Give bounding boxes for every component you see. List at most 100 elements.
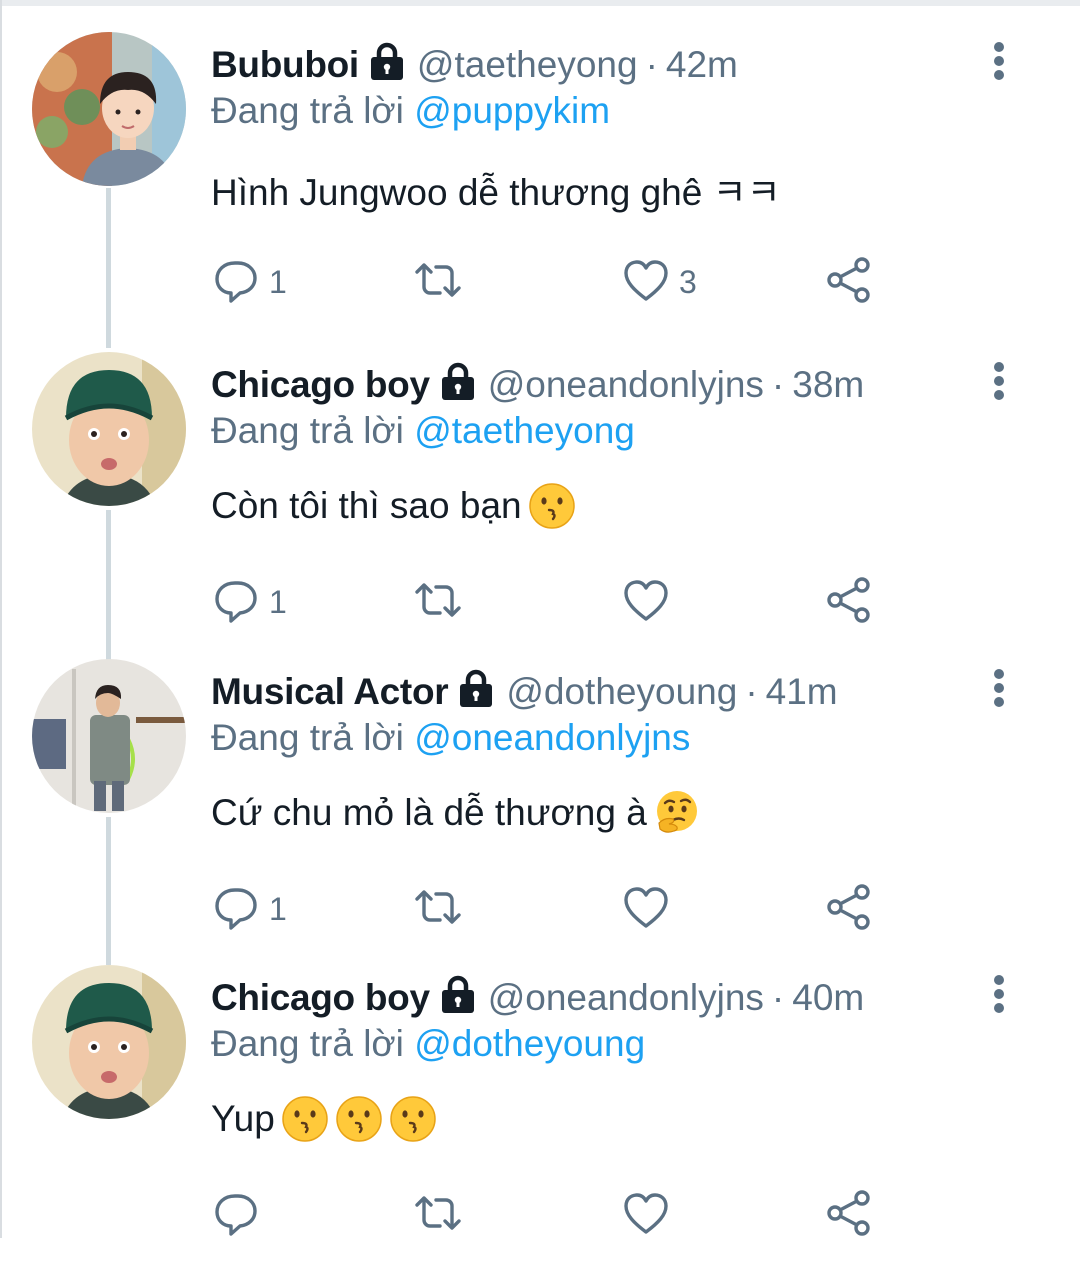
tweet-header: Musical Actor @dotheyoung · 41m — [211, 667, 838, 717]
reply-count: 1 — [269, 890, 287, 927]
display-name[interactable]: Bububoi — [211, 44, 359, 86]
replying-label: Đang trả lời — [211, 717, 404, 758]
like-icon — [621, 1188, 671, 1243]
more-options-icon[interactable] — [986, 362, 1012, 402]
avatar[interactable] — [32, 32, 186, 186]
like-icon — [621, 575, 671, 630]
reply-button[interactable]: 1 — [211, 254, 287, 310]
reply-button[interactable]: 1 — [211, 881, 287, 937]
separator-dot: · — [645, 44, 658, 85]
reply-icon — [211, 575, 261, 630]
like-count: 3 — [679, 263, 697, 300]
user-handle[interactable]: @oneandonlyjns — [488, 364, 764, 406]
like-icon — [621, 882, 671, 937]
replying-label: Đang trả lời — [211, 90, 404, 131]
more-options-icon[interactable] — [986, 42, 1012, 82]
more-options-icon[interactable] — [986, 669, 1012, 709]
display-name[interactable]: Musical Actor — [211, 671, 449, 713]
timestamp[interactable]: 41m — [766, 671, 838, 713]
share-icon — [825, 882, 875, 937]
replying-to: Đang trả lời @taetheyong — [211, 410, 635, 452]
like-button[interactable]: 3 — [621, 254, 697, 310]
replying-label: Đang trả lời — [211, 410, 404, 451]
retweet-button[interactable] — [413, 1187, 471, 1243]
share-button[interactable] — [825, 881, 875, 937]
separator-dot: · — [771, 364, 785, 405]
lock-icon — [440, 362, 476, 402]
tweet[interactable]: Chicago boy @oneandonlyjns · 40m Đang tr… — [0, 965, 1080, 1271]
share-icon — [825, 255, 875, 310]
tweet[interactable]: Chicago boy @oneandonlyjns · 38m Đang tr… — [0, 352, 1080, 658]
like-button[interactable] — [621, 1187, 679, 1243]
top-divider — [0, 0, 1080, 6]
tweet-text-content: Hình Jungwoo dễ thương ghê ㅋㅋ — [211, 172, 781, 213]
tweet-actions: 1 — [211, 574, 911, 630]
lock-icon — [458, 669, 494, 709]
retweet-button[interactable] — [413, 254, 471, 310]
tweet[interactable]: Bububoi @taetheyong · 42m Đang trả lời @… — [0, 32, 1080, 338]
tweet-text-content: Yup — [211, 1098, 275, 1139]
replying-handle-link[interactable]: @puppykim — [414, 90, 610, 131]
share-icon — [825, 1188, 875, 1243]
avatar[interactable] — [32, 659, 186, 813]
reply-count: 1 — [269, 263, 287, 300]
like-icon — [621, 255, 671, 310]
separator-dot: · — [745, 671, 758, 712]
replying-handle-link[interactable]: @oneandonlyjns — [414, 717, 690, 758]
retweet-icon — [413, 1188, 463, 1243]
reply-button[interactable]: 1 — [211, 574, 287, 630]
retweet-button[interactable] — [413, 574, 471, 630]
tweet-header: Bububoi @taetheyong · 42m — [211, 40, 738, 90]
replying-handle-link[interactable]: @taetheyong — [414, 410, 635, 451]
display-name[interactable]: Chicago boy — [211, 977, 430, 1019]
kissing-face-emoji — [335, 1095, 383, 1143]
timestamp[interactable]: 42m — [666, 44, 738, 86]
avatar[interactable] — [32, 965, 186, 1119]
like-button[interactable] — [621, 881, 679, 937]
tweet-text: Cứ chu mỏ là dễ thương à — [211, 789, 701, 837]
kissing-face-emoji — [281, 1095, 329, 1143]
timestamp[interactable]: 38m — [792, 364, 864, 406]
replying-handle-link[interactable]: @dotheyoung — [414, 1023, 645, 1064]
tweet-text: Yup — [211, 1095, 437, 1143]
replying-to: Đang trả lời @dotheyoung — [211, 1023, 645, 1065]
tweet-text: Còn tôi thì sao bạn — [211, 482, 576, 530]
tweet-text-content: Còn tôi thì sao bạn — [211, 485, 522, 526]
reply-count: 1 — [269, 583, 287, 620]
tweet-header: Chicago boy @oneandonlyjns · 40m — [211, 973, 864, 1023]
share-icon — [825, 575, 875, 630]
tweet[interactable]: Musical Actor @dotheyoung · 41m Đang trả… — [0, 659, 1080, 965]
lock-icon — [369, 42, 405, 82]
separator-dot: · — [771, 977, 785, 1018]
kissing-face-emoji — [528, 482, 576, 530]
user-handle[interactable]: @oneandonlyjns — [488, 977, 764, 1019]
lock-icon — [440, 975, 476, 1015]
reply-button[interactable] — [211, 1187, 269, 1243]
reply-icon — [211, 882, 261, 937]
share-button[interactable] — [825, 254, 875, 310]
display-name[interactable]: Chicago boy — [211, 364, 430, 406]
share-button[interactable] — [825, 1187, 875, 1243]
tweet-text-content: Cứ chu mỏ là dễ thương à — [211, 792, 647, 833]
retweet-icon — [413, 575, 463, 630]
share-button[interactable] — [825, 574, 875, 630]
like-button[interactable] — [621, 574, 679, 630]
retweet-icon — [413, 255, 463, 310]
replying-to: Đang trả lời @oneandonlyjns — [211, 717, 690, 759]
retweet-icon — [413, 882, 463, 937]
kissing-face-emoji — [389, 1095, 437, 1143]
reply-icon — [211, 1188, 261, 1243]
replying-to: Đang trả lời @puppykim — [211, 90, 610, 132]
tweet-actions — [211, 1187, 911, 1243]
more-options-icon[interactable] — [986, 975, 1012, 1015]
timestamp[interactable]: 40m — [792, 977, 864, 1019]
tweet-text: Hình Jungwoo dễ thương ghê ㅋㅋ — [211, 162, 781, 216]
user-handle[interactable]: @dotheyoung — [506, 671, 737, 713]
avatar[interactable] — [32, 352, 186, 506]
replying-label: Đang trả lời — [211, 1023, 404, 1064]
thinking-face-emoji — [653, 789, 701, 837]
user-handle[interactable]: @taetheyong — [417, 44, 638, 86]
tweet-actions: 1 3 — [211, 254, 911, 310]
tweet-actions: 1 — [211, 881, 911, 937]
retweet-button[interactable] — [413, 881, 471, 937]
